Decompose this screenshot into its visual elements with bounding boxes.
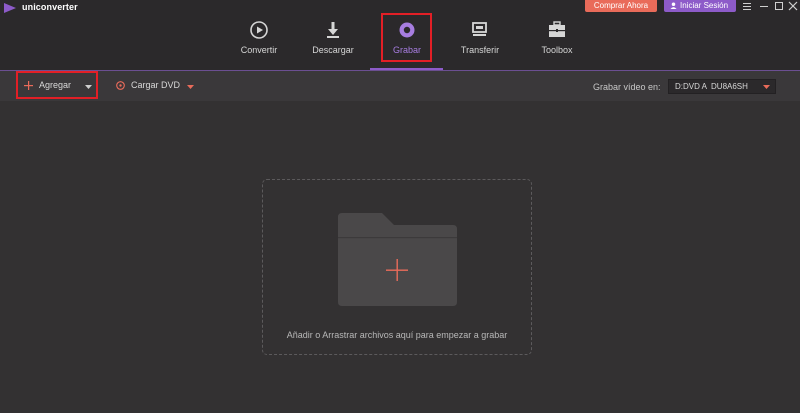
maximize-icon[interactable] — [773, 1, 785, 11]
chevron-down-icon[interactable] — [187, 85, 194, 89]
convert-icon — [250, 21, 268, 39]
load-dvd-label: Cargar DVD — [131, 80, 181, 90]
download-icon — [327, 22, 339, 38]
tab-transferir-label: Transferir — [460, 45, 500, 55]
transfer-icon — [472, 22, 487, 36]
user-icon — [670, 2, 677, 9]
play-triangle-icon — [4, 3, 16, 13]
toolbox-icon — [549, 21, 565, 37]
title-bar: uniconverter Comprar Ahora Iniciar Sesió… — [0, 0, 800, 70]
tab-convertir[interactable]: Convertir — [224, 14, 294, 62]
add-files-button[interactable]: Agregar — [16, 71, 98, 99]
load-dvd-button[interactable]: Cargar DVD — [114, 71, 198, 99]
plus-icon — [24, 81, 33, 90]
buy-now-button[interactable]: Comprar Ahora — [585, 0, 657, 12]
menu-icon[interactable] — [741, 1, 753, 11]
tab-convertir-label: Convertir — [240, 45, 278, 55]
tab-toolbox[interactable]: Toolbox — [522, 14, 592, 62]
tab-toolbox-label: Toolbox — [541, 45, 573, 55]
tab-descargar-label: Descargar — [312, 45, 354, 55]
burn-target-value: D:DVD A DU8A6SH — [675, 82, 748, 91]
grabar-highlight-box — [381, 13, 432, 62]
login-button[interactable]: Iniciar Sesión — [664, 0, 736, 12]
close-icon[interactable] — [787, 1, 799, 11]
burn-target-label: Grabar vídeo en: — [593, 82, 661, 92]
minimize-icon[interactable] — [758, 1, 770, 11]
tab-transferir[interactable]: Transferir — [445, 14, 515, 62]
chevron-down-icon[interactable] — [85, 85, 92, 89]
tab-descargar[interactable]: Descargar — [298, 14, 368, 62]
folder-add-icon[interactable] — [338, 213, 457, 306]
toolbar: Agregar Cargar DVD Grabar vídeo en: D:DV… — [0, 71, 800, 101]
chevron-down-icon — [763, 85, 770, 89]
add-files-label: Agregar — [39, 80, 72, 90]
login-label: Iniciar Sesión — [680, 1, 729, 10]
file-drop-zone[interactable]: Añadir o Arrastrar archivos aquí para em… — [262, 179, 532, 355]
disc-icon — [116, 81, 125, 90]
burn-target-select[interactable]: D:DVD A DU8A6SH — [668, 79, 776, 94]
drop-zone-hint: Añadir o Arrastrar archivos aquí para em… — [286, 330, 508, 340]
app-name: uniconverter — [22, 2, 78, 12]
